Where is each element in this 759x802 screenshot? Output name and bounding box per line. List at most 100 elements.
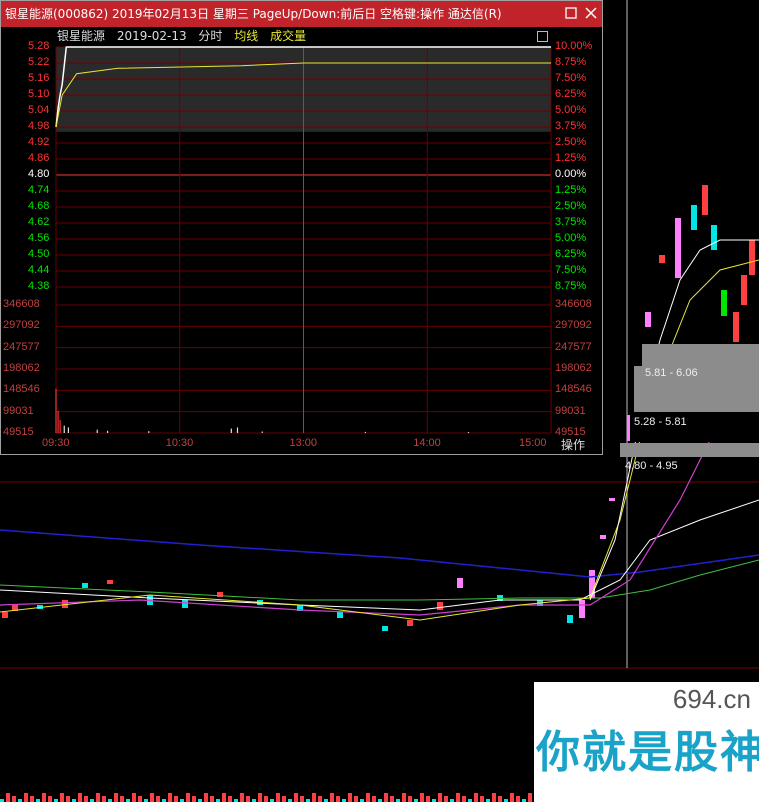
volume-tick-label: 297092 xyxy=(555,319,592,332)
price-tick-label: 5.04 xyxy=(28,104,50,116)
price-tick-label: 4.50 xyxy=(28,248,50,260)
pct-tick-label: 8.75% xyxy=(555,56,587,68)
volume-bar xyxy=(276,793,280,802)
volume-bar xyxy=(102,796,106,802)
price-zone-label: 5.81 - 6.06 xyxy=(645,367,698,379)
time-tick-label: 15:00 xyxy=(519,437,547,449)
candle xyxy=(711,225,717,250)
volume-bar xyxy=(384,793,388,802)
candle xyxy=(579,600,585,618)
volume-bar xyxy=(420,793,424,802)
candle xyxy=(382,626,388,631)
volume-bar xyxy=(444,796,448,802)
volume-bar xyxy=(6,793,10,802)
candle xyxy=(749,240,755,275)
pct-tick-label: 5.00% xyxy=(555,104,587,116)
volume-bar xyxy=(210,796,214,802)
volume-bar xyxy=(204,793,208,802)
volume-bar xyxy=(336,796,340,802)
volume-bar xyxy=(228,796,232,802)
volume-bar xyxy=(258,793,262,802)
volume-bar xyxy=(426,796,430,802)
volume-bar xyxy=(312,793,316,802)
volume-bar xyxy=(330,793,334,802)
volume-bar xyxy=(456,793,460,802)
volume-bar xyxy=(132,793,136,802)
pct-tick-label: 5.00% xyxy=(555,232,587,244)
volume-bar xyxy=(186,793,190,802)
candle xyxy=(337,612,343,618)
price-tick-label: 4.86 xyxy=(28,152,50,164)
volume-bar xyxy=(48,796,52,802)
volume-bar xyxy=(438,793,442,802)
volume-bar xyxy=(84,796,88,802)
volume-bar xyxy=(402,793,406,802)
price-tick-label: 4.80 xyxy=(28,168,50,180)
watermark-logo: 694.cn 你就是股神 xyxy=(534,682,759,802)
volume-bar xyxy=(264,796,268,802)
volume-bar xyxy=(480,796,484,802)
intraday-window[interactable]: 银星能源(000862) 2019年02月13日 星期三 PageUp/Down… xyxy=(0,0,603,455)
volume-tick-label: 99031 xyxy=(555,404,586,417)
volume-tick-label: 346608 xyxy=(555,298,592,310)
volume-bar xyxy=(294,793,298,802)
volume-bar xyxy=(30,796,34,802)
volume-bar xyxy=(168,793,172,802)
volume-tick-label: 297092 xyxy=(3,319,40,332)
volume-tick-label: 198062 xyxy=(555,362,592,374)
price-tick-label: 5.16 xyxy=(28,72,50,84)
time-tick-label: 14:00 xyxy=(413,437,441,449)
pct-tick-label: 8.75% xyxy=(555,280,587,292)
candle xyxy=(567,615,573,623)
pct-tick-label: 1.25% xyxy=(555,184,587,196)
volume-bar xyxy=(348,793,352,802)
operate-button[interactable]: 操作 xyxy=(553,437,601,453)
volume-bar xyxy=(150,793,154,802)
volume-bar xyxy=(318,796,322,802)
price-tick-label: 4.44 xyxy=(28,264,50,276)
price-tick-label: 4.68 xyxy=(28,200,50,212)
volume-bar xyxy=(12,796,16,802)
candle xyxy=(437,602,443,610)
candle xyxy=(182,600,188,608)
pct-tick-label: 2.50% xyxy=(555,200,587,212)
volume-bar xyxy=(492,793,496,802)
pct-tick-label: 6.25% xyxy=(555,88,587,100)
volume-bar xyxy=(366,793,370,802)
volume-bar xyxy=(282,796,286,802)
pct-tick-label: 7.50% xyxy=(555,264,587,276)
volume-bar xyxy=(300,796,304,802)
volume-tick-label: 99031 xyxy=(3,404,34,417)
candle xyxy=(600,535,606,539)
volume-bar xyxy=(78,793,82,802)
volume-bar xyxy=(60,793,64,802)
candle xyxy=(741,275,747,305)
intraday-chart xyxy=(55,46,552,434)
volume-bar xyxy=(120,796,124,802)
candle xyxy=(645,312,651,327)
price-zone-label: 5.28 - 5.81 xyxy=(634,416,687,428)
volume-bar xyxy=(510,793,514,802)
price-zone-label: 4.80 - 4.95 xyxy=(625,460,678,472)
price-tick-label: 5.10 xyxy=(28,88,50,100)
volume-bar xyxy=(192,796,196,802)
volume-bar xyxy=(246,796,250,802)
volume-bar xyxy=(498,796,502,802)
volume-tick-label: 346608 xyxy=(3,298,40,310)
price-tick-label: 5.22 xyxy=(28,56,50,68)
candle xyxy=(2,612,8,618)
candle xyxy=(659,255,665,263)
candle xyxy=(721,290,727,316)
volume-bar xyxy=(408,796,412,802)
volume-bar xyxy=(516,796,520,802)
candle xyxy=(609,498,615,501)
volume-bar xyxy=(354,796,358,802)
time-tick-label: 09:30 xyxy=(42,437,70,449)
pct-tick-label: 6.25% xyxy=(555,248,587,260)
pct-tick-label: 3.75% xyxy=(555,120,587,132)
candle xyxy=(82,583,88,588)
watermark-domain: 694.cn xyxy=(672,684,751,714)
candle xyxy=(702,185,708,215)
candle xyxy=(733,312,739,342)
volume-bar xyxy=(474,793,478,802)
